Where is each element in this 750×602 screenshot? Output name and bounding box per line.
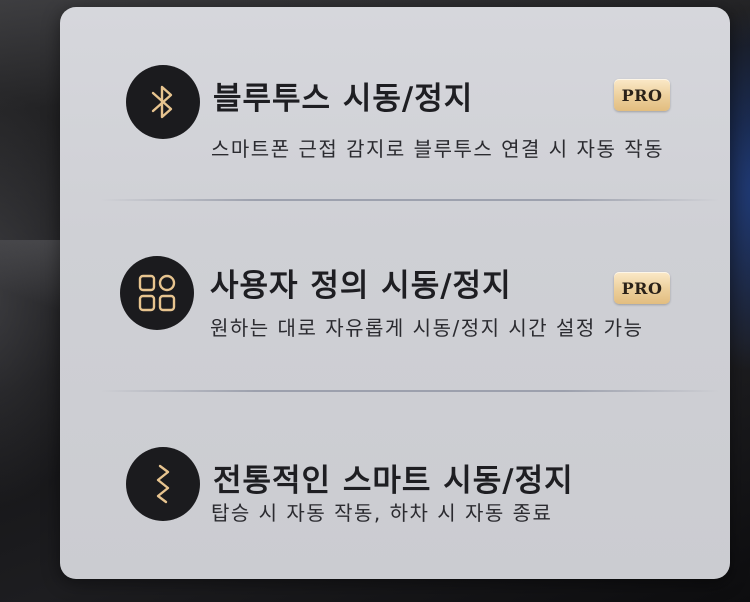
feature-title: 전통적인 스마트 시동/정지 xyxy=(213,463,574,499)
feature-title: 사용자 정의 시동/정지 xyxy=(210,268,512,304)
pro-badge: PRO xyxy=(614,79,670,111)
pro-badge: PRO xyxy=(614,272,670,304)
feature-title: 블루투스 시동/정지 xyxy=(213,81,474,117)
feature-description: 스마트폰 근접 감지로 블루투스 연결 시 자동 작동 xyxy=(211,137,665,161)
zigzag-icon xyxy=(126,447,200,521)
feature-description: 원하는 대로 자유롭게 시동/정지 시간 설정 가능 xyxy=(210,316,644,340)
divider xyxy=(100,390,720,392)
divider xyxy=(100,199,720,201)
bluetooth-icon xyxy=(126,65,200,139)
grid-icon xyxy=(120,256,194,330)
feature-custom-start-stop[interactable]: 사용자 정의 시동/정지 PRO 원하는 대로 자유롭게 시동/정지 시간 설정… xyxy=(60,244,730,394)
feature-panel: 블루투스 시동/정지 PRO 스마트폰 근접 감지로 블루투스 연결 시 자동 … xyxy=(60,7,730,579)
feature-description: 탑승 시 자동 작동, 하차 시 자동 종료 xyxy=(211,501,553,525)
feature-bluetooth-start-stop[interactable]: 블루투스 시동/정지 PRO 스마트폰 근접 감지로 블루투스 연결 시 자동 … xyxy=(60,53,730,203)
feature-traditional-start-stop[interactable]: 전통적인 스마트 시동/정지 탑승 시 자동 작동, 하차 시 자동 종료 xyxy=(60,435,730,579)
